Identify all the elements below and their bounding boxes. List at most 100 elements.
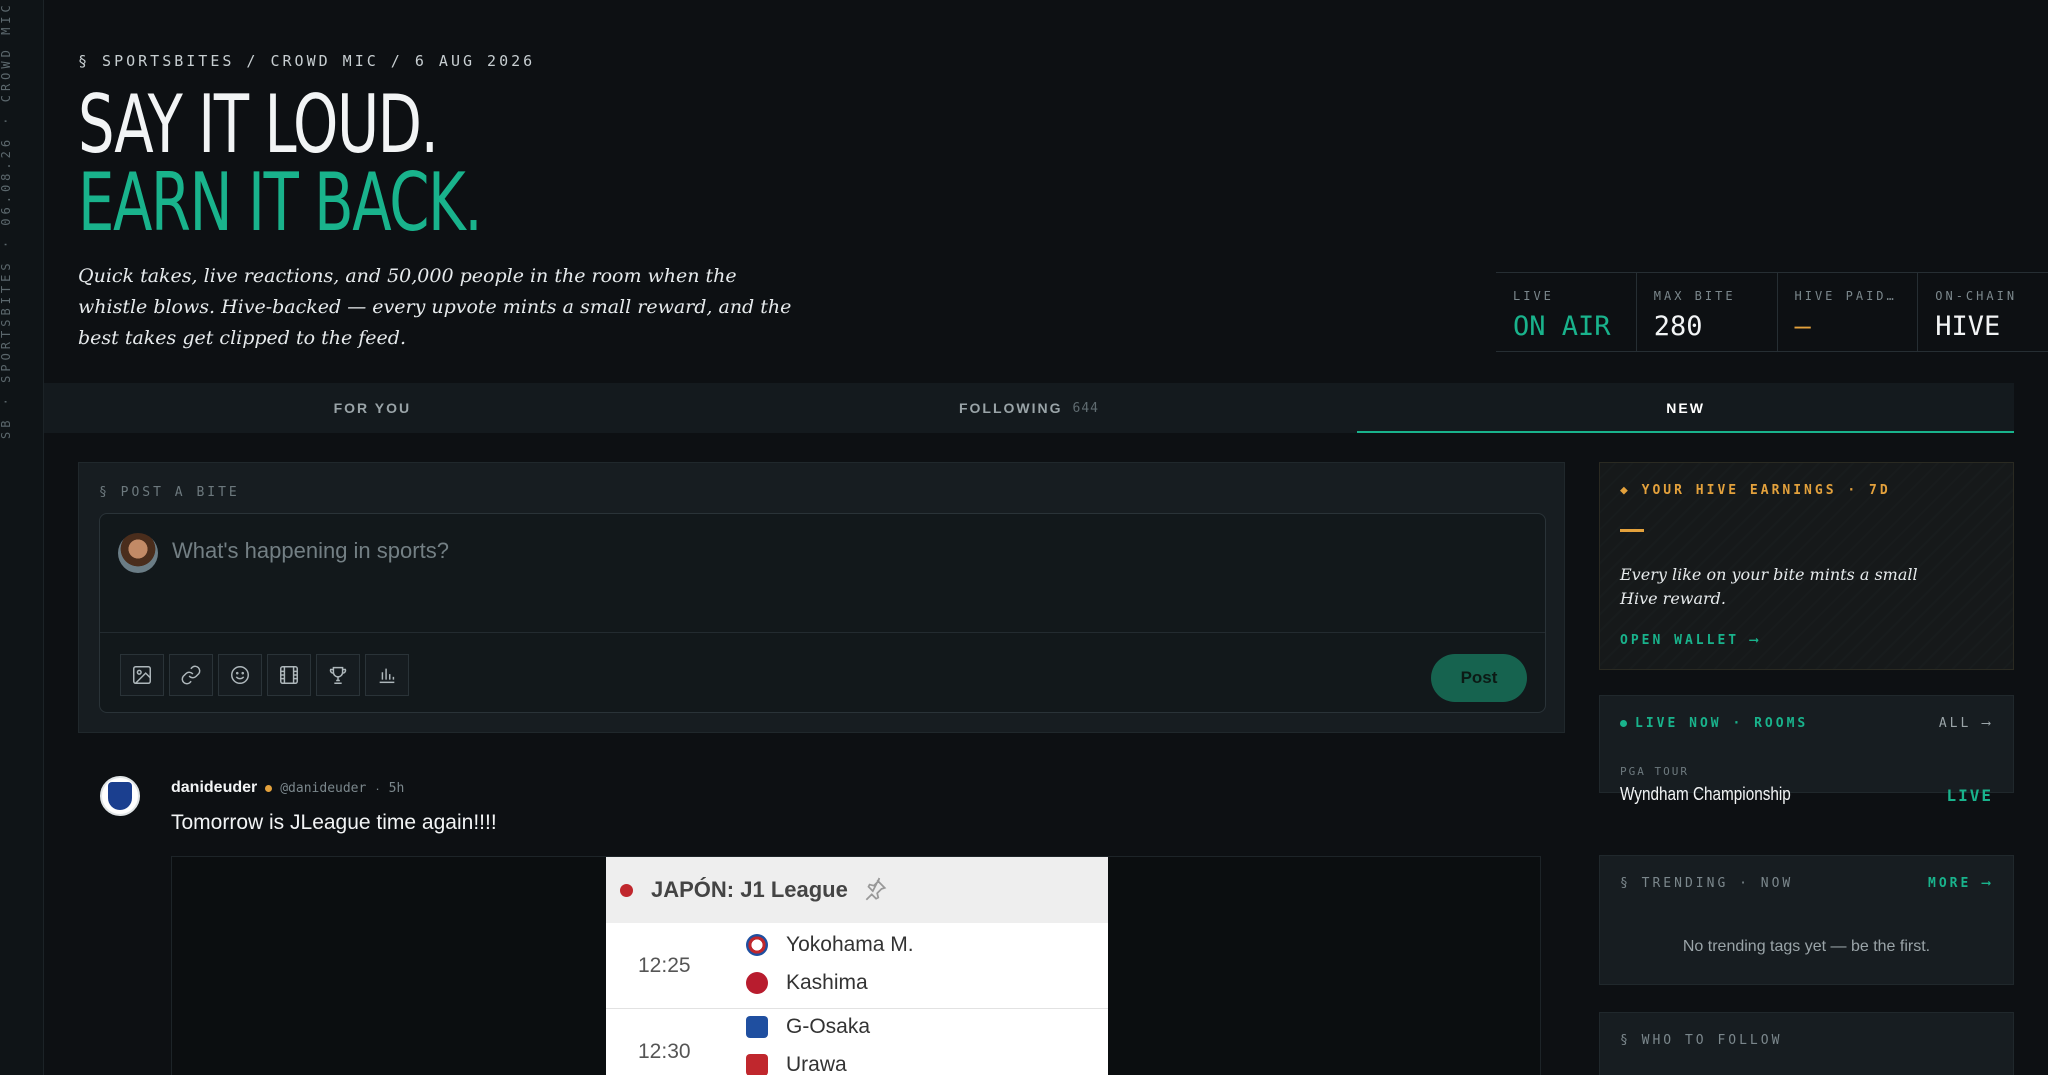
feed-post: danideuder @danideuder · 5h Tomorrow is … (78, 760, 1565, 1075)
stat-value: 280 (1653, 311, 1703, 342)
who-to-follow-label: § WHO TO FOLLOW (1620, 1033, 1783, 1048)
hive-earnings-card: ◆ YOUR HIVE EARNINGS · 7D Every like on … (1599, 462, 2014, 670)
breadcrumb: § SPORTSBITES / CROWD MIC / 6 AUG 2026 (78, 52, 536, 70)
divider (100, 632, 1545, 633)
live-rooms-card: LIVE NOW · ROOMS ALL ⟶ PGA TOUR Wyndham … (1599, 695, 2014, 805)
link-icon (181, 665, 201, 685)
composer-label: § POST A BITE (99, 485, 240, 500)
post-handle[interactable]: @danideuder (280, 781, 366, 796)
trending-label: § TRENDING · NOW (1620, 876, 1794, 891)
away-team: Urawa (746, 1053, 847, 1075)
league-header: JAPÓN: J1 League (606, 857, 1108, 923)
match-row: 12:25 Yokohama M. Kashima (606, 923, 1108, 1009)
match-time: 12:30 (638, 1040, 691, 1063)
team-name: G-Osaka (786, 1015, 871, 1038)
live-dot-icon (1620, 720, 1627, 727)
tab-following[interactable]: FOLLOWING 644 (701, 383, 1358, 433)
title-line-2: EARN IT BACK. (78, 156, 483, 249)
live-rooms-label: LIVE NOW · ROOMS (1620, 716, 1808, 731)
event-name[interactable]: Wyndham Championship (1620, 784, 1791, 805)
team-name: Urawa (786, 1053, 847, 1075)
stat-label: ON-CHAIN (1935, 289, 2018, 303)
following-count: 644 (1072, 400, 1099, 416)
stat-label: MAX BITE (1653, 289, 1736, 303)
avatar (118, 533, 158, 573)
team-name: Yokohama M. (786, 933, 914, 956)
all-rooms-link[interactable]: ALL ⟶ (1939, 716, 1993, 731)
rail-label: SB · SPORTSBITES · 06.08.26 · CROWD MIC (0, 1, 13, 439)
trophy-icon (329, 666, 347, 684)
post-time: 5h (388, 780, 405, 796)
avatar[interactable] (100, 776, 140, 816)
verified-dot-icon (265, 784, 273, 792)
league-name: JAPÓN: J1 League (651, 877, 848, 902)
stat-on-chain: ON-CHAIN HIVE (1918, 273, 2048, 351)
open-wallet-link[interactable]: OPEN WALLET ⟶ (1620, 633, 1761, 648)
earnings-label: ◆ YOUR HIVE EARNINGS · 7D (1620, 483, 1891, 498)
video-button[interactable] (267, 654, 311, 696)
team-badge-icon (746, 1016, 768, 1038)
composer-toolbar (120, 654, 409, 696)
tab-label: NEW (1666, 400, 1705, 416)
earnings-value-bar (1620, 529, 1644, 532)
match-row: 12:30 G-Osaka Urawa (606, 1009, 1108, 1075)
poll-button[interactable] (365, 654, 409, 696)
earnings-text: Every like on your bite mints a small Hi… (1620, 565, 1918, 608)
tab-for-you[interactable]: FOR YOU (44, 383, 701, 433)
team-name: Kashima (786, 971, 868, 994)
post-button[interactable]: Post (1431, 654, 1527, 702)
team-badge-icon (746, 934, 768, 956)
who-to-follow-card: § WHO TO FOLLOW (1599, 1012, 2014, 1075)
feed-tabs: FOR YOU FOLLOWING 644 NEW (44, 383, 2014, 433)
live-rooms-title: LIVE NOW · ROOMS (1635, 716, 1809, 731)
stat-label: LIVE (1513, 289, 1554, 303)
side-rail: SB · SPORTSBITES · 06.08.26 · CROWD MIC (0, 0, 44, 1075)
live-badge: LIVE (1946, 786, 1993, 805)
home-team: Yokohama M. (746, 933, 914, 957)
tab-label: FOR YOU (333, 400, 412, 416)
team-badge-icon (746, 1054, 768, 1075)
crest-icon (108, 782, 132, 810)
post-author[interactable]: danideuder (171, 779, 257, 797)
image-button[interactable] (120, 654, 164, 696)
stat-value: HIVE (1935, 311, 2001, 342)
smile-icon (231, 666, 249, 684)
stat-value: ON AIR (1513, 311, 1611, 342)
stat-max-bite: MAX BITE 280 (1637, 273, 1778, 351)
flag-icon (620, 883, 633, 897)
title-line-1: SAY IT LOUD. (78, 78, 439, 171)
embedded-screenshot: JAPÓN: J1 League 12:25 Yokohama M. Kashi… (606, 857, 1108, 1075)
image-icon (133, 666, 151, 684)
link-button[interactable] (169, 654, 213, 696)
post-media[interactable]: JAPÓN: J1 League 12:25 Yokohama M. Kashi… (171, 856, 1541, 1075)
trending-card: § TRENDING · NOW MORE ⟶ No trending tags… (1599, 855, 2014, 985)
hero: § SPORTSBITES / CROWD MIC / 6 AUG 2026 S… (44, 0, 2048, 383)
composer-input[interactable]: What's happening in sports? (172, 538, 449, 564)
page-title: SAY IT LOUD. EARN IT BACK. (78, 78, 483, 249)
post-text: Tomorrow is JLeague time again!!!! (171, 811, 497, 834)
post-composer: § POST A BITE What's happening in sports… (78, 462, 1565, 733)
stat-value: — (1794, 311, 1811, 342)
post-header: danideuder @danideuder · 5h (171, 779, 404, 797)
stat-live: LIVE ON AIR (1496, 273, 1637, 351)
trophy-button[interactable] (316, 654, 360, 696)
hero-tagline: Quick takes, live reactions, and 50,000 … (78, 265, 792, 349)
stats-strip: LIVE ON AIR MAX BITE 280 HIVE PAID… — ON… (1496, 272, 2048, 352)
tab-new[interactable]: NEW (1357, 383, 2014, 433)
composer-box: What's happening in sports? Post (99, 513, 1546, 713)
home-team: G-Osaka (746, 1015, 870, 1039)
emoji-button[interactable] (218, 654, 262, 696)
film-icon (280, 666, 298, 684)
stat-label: HIVE PAID… (1794, 289, 1897, 303)
trending-more-link[interactable]: MORE ⟶ (1928, 876, 1993, 891)
trending-empty-text: No trending tags yet — be the first. (1682, 938, 1931, 955)
tab-label: FOLLOWING (958, 400, 1063, 416)
away-team: Kashima (746, 971, 868, 995)
stat-hive-paid: HIVE PAID… — (1778, 273, 1919, 351)
team-badge-icon (746, 972, 768, 994)
pin-icon (865, 877, 887, 901)
separator: · (375, 780, 380, 796)
match-time: 12:25 (638, 954, 691, 977)
tour-name: PGA TOUR (1620, 765, 1689, 778)
bar-chart-icon (379, 668, 395, 684)
